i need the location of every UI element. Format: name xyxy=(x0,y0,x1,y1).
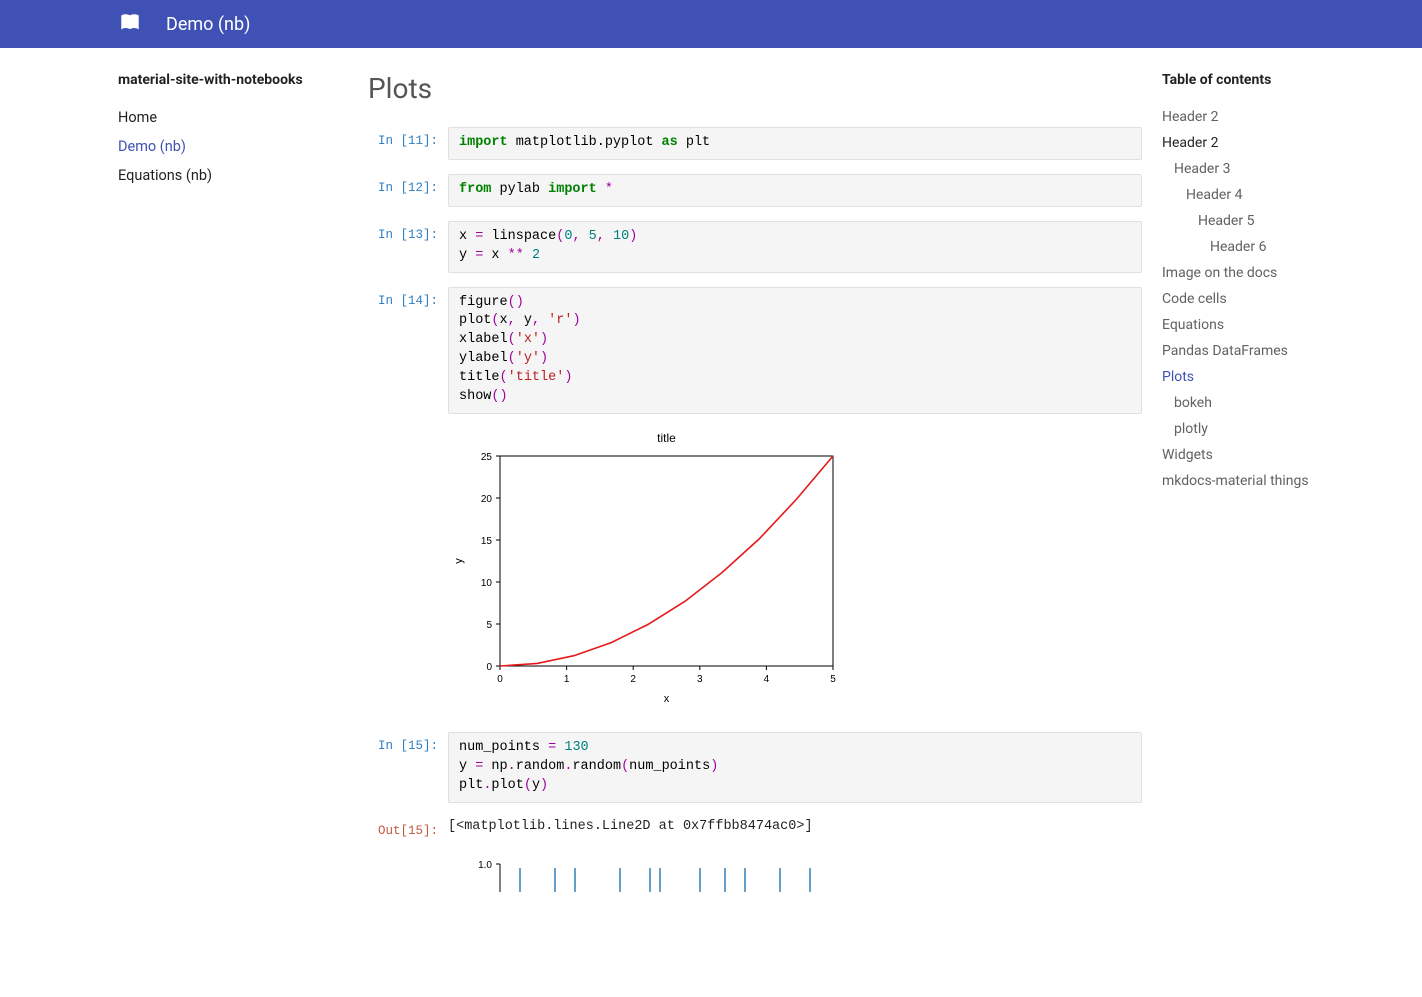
toc-item[interactable]: Header 3 xyxy=(1162,156,1422,182)
code-input[interactable]: num_points = 130 y = np.random.random(nu… xyxy=(448,732,1142,803)
svg-text:5: 5 xyxy=(486,620,492,631)
matplotlib-figure-partial: 1.0 xyxy=(448,852,848,892)
svg-text:15: 15 xyxy=(481,536,493,547)
svg-text:1.0: 1.0 xyxy=(478,860,492,871)
toc-item[interactable]: bokeh xyxy=(1162,390,1422,416)
svg-text:1: 1 xyxy=(564,674,570,685)
toc-item[interactable]: Image on the docs xyxy=(1162,260,1422,286)
toc-item[interactable]: Header 2 xyxy=(1162,104,1422,130)
svg-text:10: 10 xyxy=(481,578,493,589)
toc-item[interactable]: Widgets xyxy=(1162,442,1422,468)
toc-item[interactable]: mkdocs-material things xyxy=(1162,468,1422,494)
topbar: Demo (nb) xyxy=(0,0,1422,48)
toc-item[interactable]: Header 6 xyxy=(1162,234,1422,260)
toc-item[interactable]: Pandas DataFrames xyxy=(1162,338,1422,364)
svg-text:x: x xyxy=(664,693,670,705)
matplotlib-figure: title 0 5 10 15 20 25 0 1 2 3 4 5 x y xyxy=(448,428,848,708)
input-prompt: In [15]: xyxy=(368,732,448,753)
sidebar-nav: material-site-with-notebooks HomeDemo (n… xyxy=(118,48,368,996)
input-prompt: In [13]: xyxy=(368,221,448,242)
sidebar-item[interactable]: Home xyxy=(118,104,356,131)
code-cell: In [12]: from pylab import * xyxy=(368,174,1142,207)
toc-title: Table of contents xyxy=(1162,72,1422,88)
main-content: Plots In [11]: import matplotlib.pyplot … xyxy=(368,48,1162,996)
input-prompt: In [11]: xyxy=(368,127,448,148)
svg-text:title: title xyxy=(657,431,676,445)
sidebar-item[interactable]: Equations (nb) xyxy=(118,162,356,189)
code-cell: In [14]: figure() plot(x, y, 'r') xlabel… xyxy=(368,287,1142,414)
svg-text:0: 0 xyxy=(497,674,503,685)
page-title-header: Demo (nb) xyxy=(166,14,250,35)
plot-output: title 0 5 10 15 20 25 0 1 2 3 4 5 x y xyxy=(448,428,1142,712)
code-input[interactable]: import matplotlib.pyplot as plt xyxy=(448,127,1142,160)
plot-output: 1.0 xyxy=(448,852,1142,896)
svg-text:y: y xyxy=(453,558,465,564)
toc-item[interactable]: Header 4 xyxy=(1162,182,1422,208)
section-heading-plots: Plots xyxy=(368,72,1142,105)
toc-item[interactable]: Header 2 xyxy=(1162,130,1422,156)
svg-text:4: 4 xyxy=(764,674,770,685)
code-cell: In [11]: import matplotlib.pyplot as plt xyxy=(368,127,1142,160)
svg-text:0: 0 xyxy=(486,662,492,673)
sidebar-title: material-site-with-notebooks xyxy=(118,72,356,88)
code-cell: In [13]: x = linspace(0, 5, 10) y = x **… xyxy=(368,221,1142,273)
svg-text:5: 5 xyxy=(830,674,836,685)
toc: Table of contents Header 2Header 2Header… xyxy=(1162,48,1422,996)
toc-item[interactable]: plotly xyxy=(1162,416,1422,442)
input-prompt: In [12]: xyxy=(368,174,448,195)
book-icon[interactable] xyxy=(118,12,142,36)
svg-text:3: 3 xyxy=(697,674,703,685)
toc-item[interactable]: Code cells xyxy=(1162,286,1422,312)
code-input[interactable]: figure() plot(x, y, 'r') xlabel('x') yla… xyxy=(448,287,1142,414)
toc-item[interactable]: Equations xyxy=(1162,312,1422,338)
svg-text:20: 20 xyxy=(481,494,493,505)
code-input[interactable]: x = linspace(0, 5, 10) y = x ** 2 xyxy=(448,221,1142,273)
code-cell: In [15]: num_points = 130 y = np.random.… xyxy=(368,732,1142,803)
toc-item[interactable]: Plots xyxy=(1162,364,1422,390)
code-input[interactable]: from pylab import * xyxy=(448,174,1142,207)
sidebar-item[interactable]: Demo (nb) xyxy=(118,133,356,160)
svg-text:25: 25 xyxy=(481,452,493,463)
output-text: [<matplotlib.lines.Line2D at 0x7ffbb8474… xyxy=(448,817,1142,834)
svg-text:2: 2 xyxy=(630,674,636,685)
toc-item[interactable]: Header 5 xyxy=(1162,208,1422,234)
input-prompt: In [14]: xyxy=(368,287,448,308)
